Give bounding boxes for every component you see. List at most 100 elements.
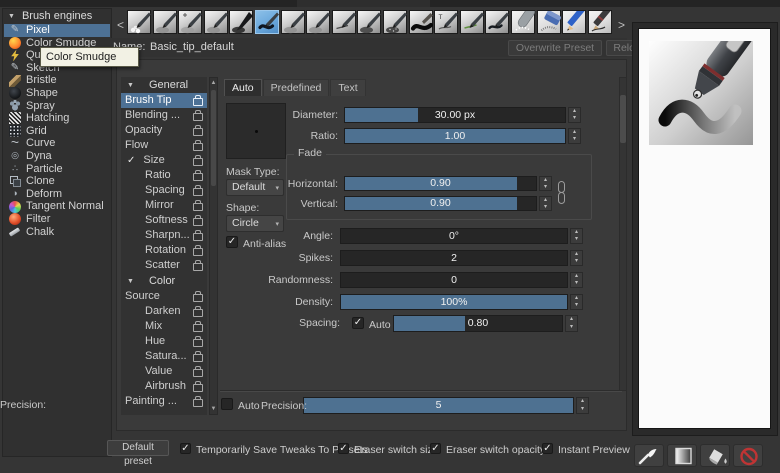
spin-up-icon[interactable]: ▴ xyxy=(571,229,582,236)
spacing-spinner[interactable]: ▴▾ xyxy=(565,315,578,332)
unlocked-lock-icon[interactable] xyxy=(193,369,203,377)
tab-text[interactable]: Text xyxy=(330,79,365,96)
preset-thumbnail-4-pen-smear[interactable] xyxy=(204,10,228,34)
spin-down-icon[interactable]: ▾ xyxy=(577,406,588,414)
engine-item-chalk[interactable]: Chalk xyxy=(4,226,110,239)
footer-checkbox-instant-preview[interactable]: ✓ xyxy=(542,443,553,454)
engine-item-dyna[interactable]: ◎Dyna xyxy=(4,150,110,163)
spin-up-icon[interactable]: ▴ xyxy=(577,398,588,406)
preset-thumbnail-12-brush-black[interactable] xyxy=(409,10,433,34)
preset-name-value[interactable]: Basic_tip_default xyxy=(150,41,234,53)
option-section-general[interactable]: ▼General xyxy=(121,77,207,93)
unlocked-lock-icon[interactable] xyxy=(193,354,203,362)
spacing-auto-checkbox[interactable]: ✓ xyxy=(352,317,364,329)
spin-up-icon[interactable]: ▴ xyxy=(566,316,577,324)
spacing-slider[interactable]: 0.80 xyxy=(393,315,563,332)
engine-item-particle[interactable]: ∴Particle xyxy=(4,163,110,176)
preset-thumbnail-19-pencil-dark[interactable] xyxy=(588,10,612,34)
unlocked-lock-icon[interactable] xyxy=(193,324,203,332)
preset-thumbnail-10-pen-dark[interactable] xyxy=(357,10,381,34)
option-spacing[interactable]: Spacing xyxy=(121,183,207,198)
unlocked-lock-icon[interactable] xyxy=(193,384,203,392)
diameter-slider[interactable]: 30.00 px xyxy=(344,107,566,123)
fill-tool-button[interactable] xyxy=(700,444,730,467)
option-mirror[interactable]: Mirror xyxy=(121,198,207,213)
brush-engines-header[interactable]: ▼Brush engines xyxy=(3,9,111,24)
engine-item-bristle[interactable]: Bristle xyxy=(4,74,110,87)
engine-item-pixel[interactable]: ✎Pixel xyxy=(4,24,110,37)
option-value[interactable]: Value xyxy=(121,364,207,379)
unlocked-lock-icon[interactable] xyxy=(193,309,203,317)
option-section-color[interactable]: ▼Color xyxy=(121,273,207,289)
footer-checkbox-eraser-switch-size[interactable]: ✓ xyxy=(338,443,349,454)
default-preset-button[interactable]: Default preset xyxy=(107,440,169,456)
precision-slider[interactable]: 5 xyxy=(303,397,574,414)
preset-thumbnail-14-pen-green[interactable] xyxy=(460,10,484,34)
unlocked-lock-icon[interactable] xyxy=(193,128,203,136)
unlocked-lock-icon[interactable] xyxy=(193,113,203,121)
preset-thumbnail-18-pencil-blue[interactable] xyxy=(562,10,586,34)
option-size[interactable]: ✓Size xyxy=(121,153,207,168)
engine-item-spray[interactable]: Spray xyxy=(4,100,110,113)
option-brush-tip[interactable]: Brush Tip xyxy=(121,93,207,108)
engine-item-shape[interactable]: Shape xyxy=(4,87,110,100)
unlocked-lock-icon[interactable] xyxy=(193,263,203,271)
option-painting[interactable]: Painting ... xyxy=(121,394,207,409)
option-ratio[interactable]: Ratio xyxy=(121,168,207,183)
angle-slider[interactable]: 0° xyxy=(340,228,568,244)
spikes-slider[interactable]: 2 xyxy=(340,250,568,266)
unlocked-lock-icon[interactable] xyxy=(193,98,203,106)
engine-item-curve[interactable]: ~Curve xyxy=(4,137,110,150)
preset-thumbnail-13-pen-t[interactable]: T xyxy=(434,10,458,34)
preset-thumbnail-2-pen-smear[interactable] xyxy=(153,10,177,34)
options-scrollbar[interactable]: ▲ ▼ xyxy=(209,77,218,415)
footer-checkbox-eraser-switch-opacity[interactable]: ✓ xyxy=(430,443,441,454)
engine-item-clone[interactable]: Clone xyxy=(4,175,110,188)
unlocked-lock-icon[interactable] xyxy=(193,188,203,196)
option-sharpn[interactable]: Sharpn... xyxy=(121,228,207,243)
settings-scrollbar-thumb[interactable] xyxy=(620,95,626,143)
unlocked-lock-icon[interactable] xyxy=(193,158,203,166)
spin-down-icon[interactable]: ▾ xyxy=(571,236,582,243)
fade-vertical-spinner[interactable]: ▴▾ xyxy=(539,196,552,211)
option-mix[interactable]: Mix xyxy=(121,319,207,334)
spin-down-icon[interactable]: ▾ xyxy=(569,136,580,143)
option-satura[interactable]: Satura... xyxy=(121,349,207,364)
tab-auto[interactable]: Auto xyxy=(224,79,262,96)
diameter-spinner[interactable]: ▴▾ xyxy=(568,107,581,123)
spin-up-icon[interactable]: ▴ xyxy=(571,295,582,302)
engine-item-deform[interactable]: ◑Deform xyxy=(4,188,110,201)
preset-thumbnail-16-stylus-dotted[interactable] xyxy=(511,10,535,34)
precision-auto-checkbox[interactable] xyxy=(221,398,233,410)
preset-scroll-right-button[interactable]: > xyxy=(617,13,626,37)
density-spinner[interactable]: ▴▾ xyxy=(570,294,583,310)
unlocked-lock-icon[interactable] xyxy=(193,143,203,151)
option-scatter[interactable]: Scatter xyxy=(121,258,207,273)
none-tool-button[interactable] xyxy=(733,444,763,467)
engine-item-filter[interactable]: Filter xyxy=(4,213,110,226)
preset-thumbnail-1-pen-dots[interactable] xyxy=(127,10,151,34)
randomness-spinner[interactable]: ▴▾ xyxy=(570,272,583,288)
spin-up-icon[interactable]: ▴ xyxy=(571,251,582,258)
preset-scroll-left-button[interactable]: < xyxy=(116,13,125,37)
option-source[interactable]: Source xyxy=(121,289,207,304)
preset-thumbnail-7-pen-smear[interactable] xyxy=(281,10,305,34)
engine-item-tangent-normal[interactable]: Tangent Normal xyxy=(4,200,110,213)
unlocked-lock-icon[interactable] xyxy=(193,248,203,256)
option-darken[interactable]: Darken xyxy=(121,304,207,319)
unlocked-lock-icon[interactable] xyxy=(193,203,203,211)
preset-thumbnail-3-pen-plus[interactable] xyxy=(178,10,202,34)
options-scrollbar-thumb[interactable] xyxy=(211,90,216,186)
spin-up-icon[interactable]: ▴ xyxy=(571,273,582,280)
fade-horizontal-spinner[interactable]: ▴▾ xyxy=(539,176,552,191)
ratio-spinner[interactable]: ▴▾ xyxy=(568,128,581,144)
engine-item-grid[interactable]: Grid xyxy=(4,125,110,138)
option-blending[interactable]: Blending ... xyxy=(121,108,207,123)
preset-thumbnail-8-pen-smear[interactable] xyxy=(306,10,330,34)
tab-predefined[interactable]: Predefined xyxy=(263,79,330,96)
preset-thumbnail-15-pen-curve[interactable] xyxy=(485,10,509,34)
density-slider[interactable]: 100% xyxy=(340,294,568,310)
spin-down-icon[interactable]: ▾ xyxy=(566,324,577,332)
scroll-down-icon[interactable]: ▼ xyxy=(210,405,217,413)
spin-down-icon[interactable]: ▾ xyxy=(569,115,580,122)
